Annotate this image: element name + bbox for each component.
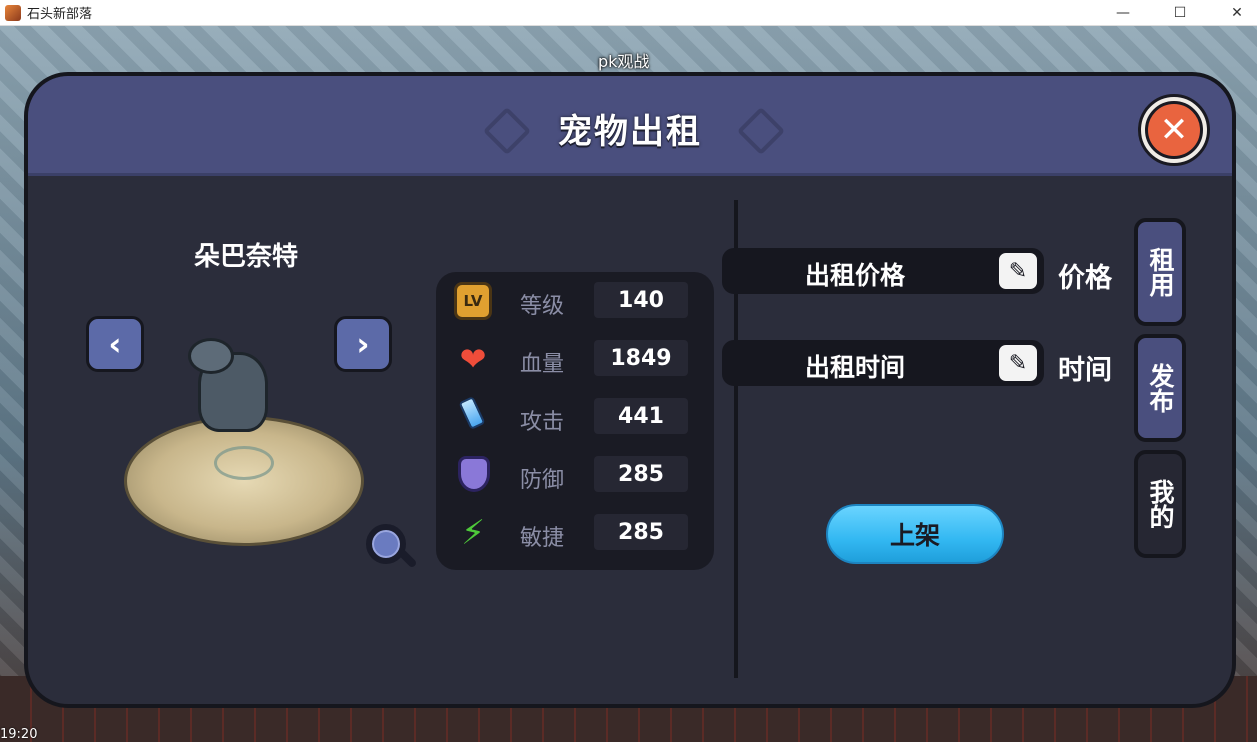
stat-label: 血量 <box>520 352 565 377</box>
stat-value: 140 <box>594 282 688 318</box>
pet-name: 朵巴奈特 <box>193 242 298 272</box>
platform-rune-icon <box>214 446 274 480</box>
rent-price-label: 出租价格 <box>804 261 905 290</box>
tab-mine[interactable]: 我的 <box>1134 450 1186 558</box>
chevron-left-icon: ‹ <box>108 325 122 363</box>
stat-row-level: LV 等级 140 <box>436 280 714 320</box>
magnifier-icon <box>366 524 406 564</box>
window-titlebar: 石头新部落 — ☐ ✕ <box>0 0 1257 26</box>
pet-sprite-head <box>188 338 234 374</box>
tab-publish[interactable]: 发布 <box>1134 334 1186 442</box>
stat-value: 1849 <box>594 340 688 376</box>
next-pet-button[interactable]: › <box>334 316 392 372</box>
pet-rental-dialog: 宠物出租 朵巴奈特 ‹ › LV 等级 140 ❤ 血量 1849 攻击 441 <box>24 72 1236 708</box>
sword-icon <box>458 396 486 430</box>
window-close-button[interactable]: ✕ <box>1214 0 1257 26</box>
list-pet-button[interactable]: 上架 <box>826 504 1004 564</box>
rent-time-label: 出租时间 <box>804 353 905 382</box>
clock-text: 19:20 <box>0 727 38 742</box>
stat-value: 285 <box>594 514 688 550</box>
stat-value: 285 <box>594 456 688 492</box>
stat-label: 防御 <box>520 468 565 493</box>
rent-price-value: 价格 <box>1058 263 1112 294</box>
edit-icon: ✎ <box>1008 258 1028 284</box>
close-icon: ✕ <box>1145 101 1203 159</box>
chevron-right-icon: › <box>356 325 370 363</box>
rent-time-field: 出租时间 ✎ <box>722 340 1044 386</box>
edit-icon: ✎ <box>1008 350 1028 376</box>
stat-row-hp: ❤ 血量 1849 <box>436 338 714 378</box>
dialog-title: 宠物出租 <box>558 112 702 152</box>
stat-row-defense: 防御 285 <box>436 454 714 494</box>
pet-stats-panel: LV 等级 140 ❤ 血量 1849 攻击 441 防御 285 ⚡ 敏捷 2… <box>436 272 714 570</box>
magnify-button[interactable] <box>358 516 418 572</box>
minimize-button[interactable]: — <box>1100 0 1146 26</box>
stat-label: 攻击 <box>520 410 565 435</box>
dialog-header: 宠物出租 <box>28 76 1232 176</box>
stat-label: 等级 <box>520 294 565 319</box>
edit-time-button[interactable]: ✎ <box>996 342 1040 384</box>
tab-rent[interactable]: 租用 <box>1134 218 1186 326</box>
window-title: 石头新部落 <box>27 7 93 22</box>
rent-time-value: 时间 <box>1058 355 1112 386</box>
prev-pet-button[interactable]: ‹ <box>86 316 144 372</box>
stat-value: 441 <box>594 398 688 434</box>
lightning-icon: ⚡ <box>461 513 485 553</box>
stat-label: 敏捷 <box>520 526 565 551</box>
app-icon <box>5 4 21 21</box>
stat-row-attack: 攻击 441 <box>436 396 714 436</box>
edit-price-button[interactable]: ✎ <box>996 250 1040 292</box>
pk-spectate-label[interactable]: pk观战 <box>598 48 649 72</box>
maximize-button[interactable]: ☐ <box>1157 0 1203 26</box>
rent-price-field: 出租价格 ✎ <box>722 248 1044 294</box>
heart-icon: ❤ <box>459 340 487 378</box>
pet-platform-image <box>124 416 364 546</box>
dialog-close-button[interactable]: ✕ <box>1138 94 1210 166</box>
level-icon: LV <box>454 282 492 320</box>
shield-icon <box>458 456 490 492</box>
stat-row-agility: ⚡ 敏捷 285 <box>436 512 714 553</box>
